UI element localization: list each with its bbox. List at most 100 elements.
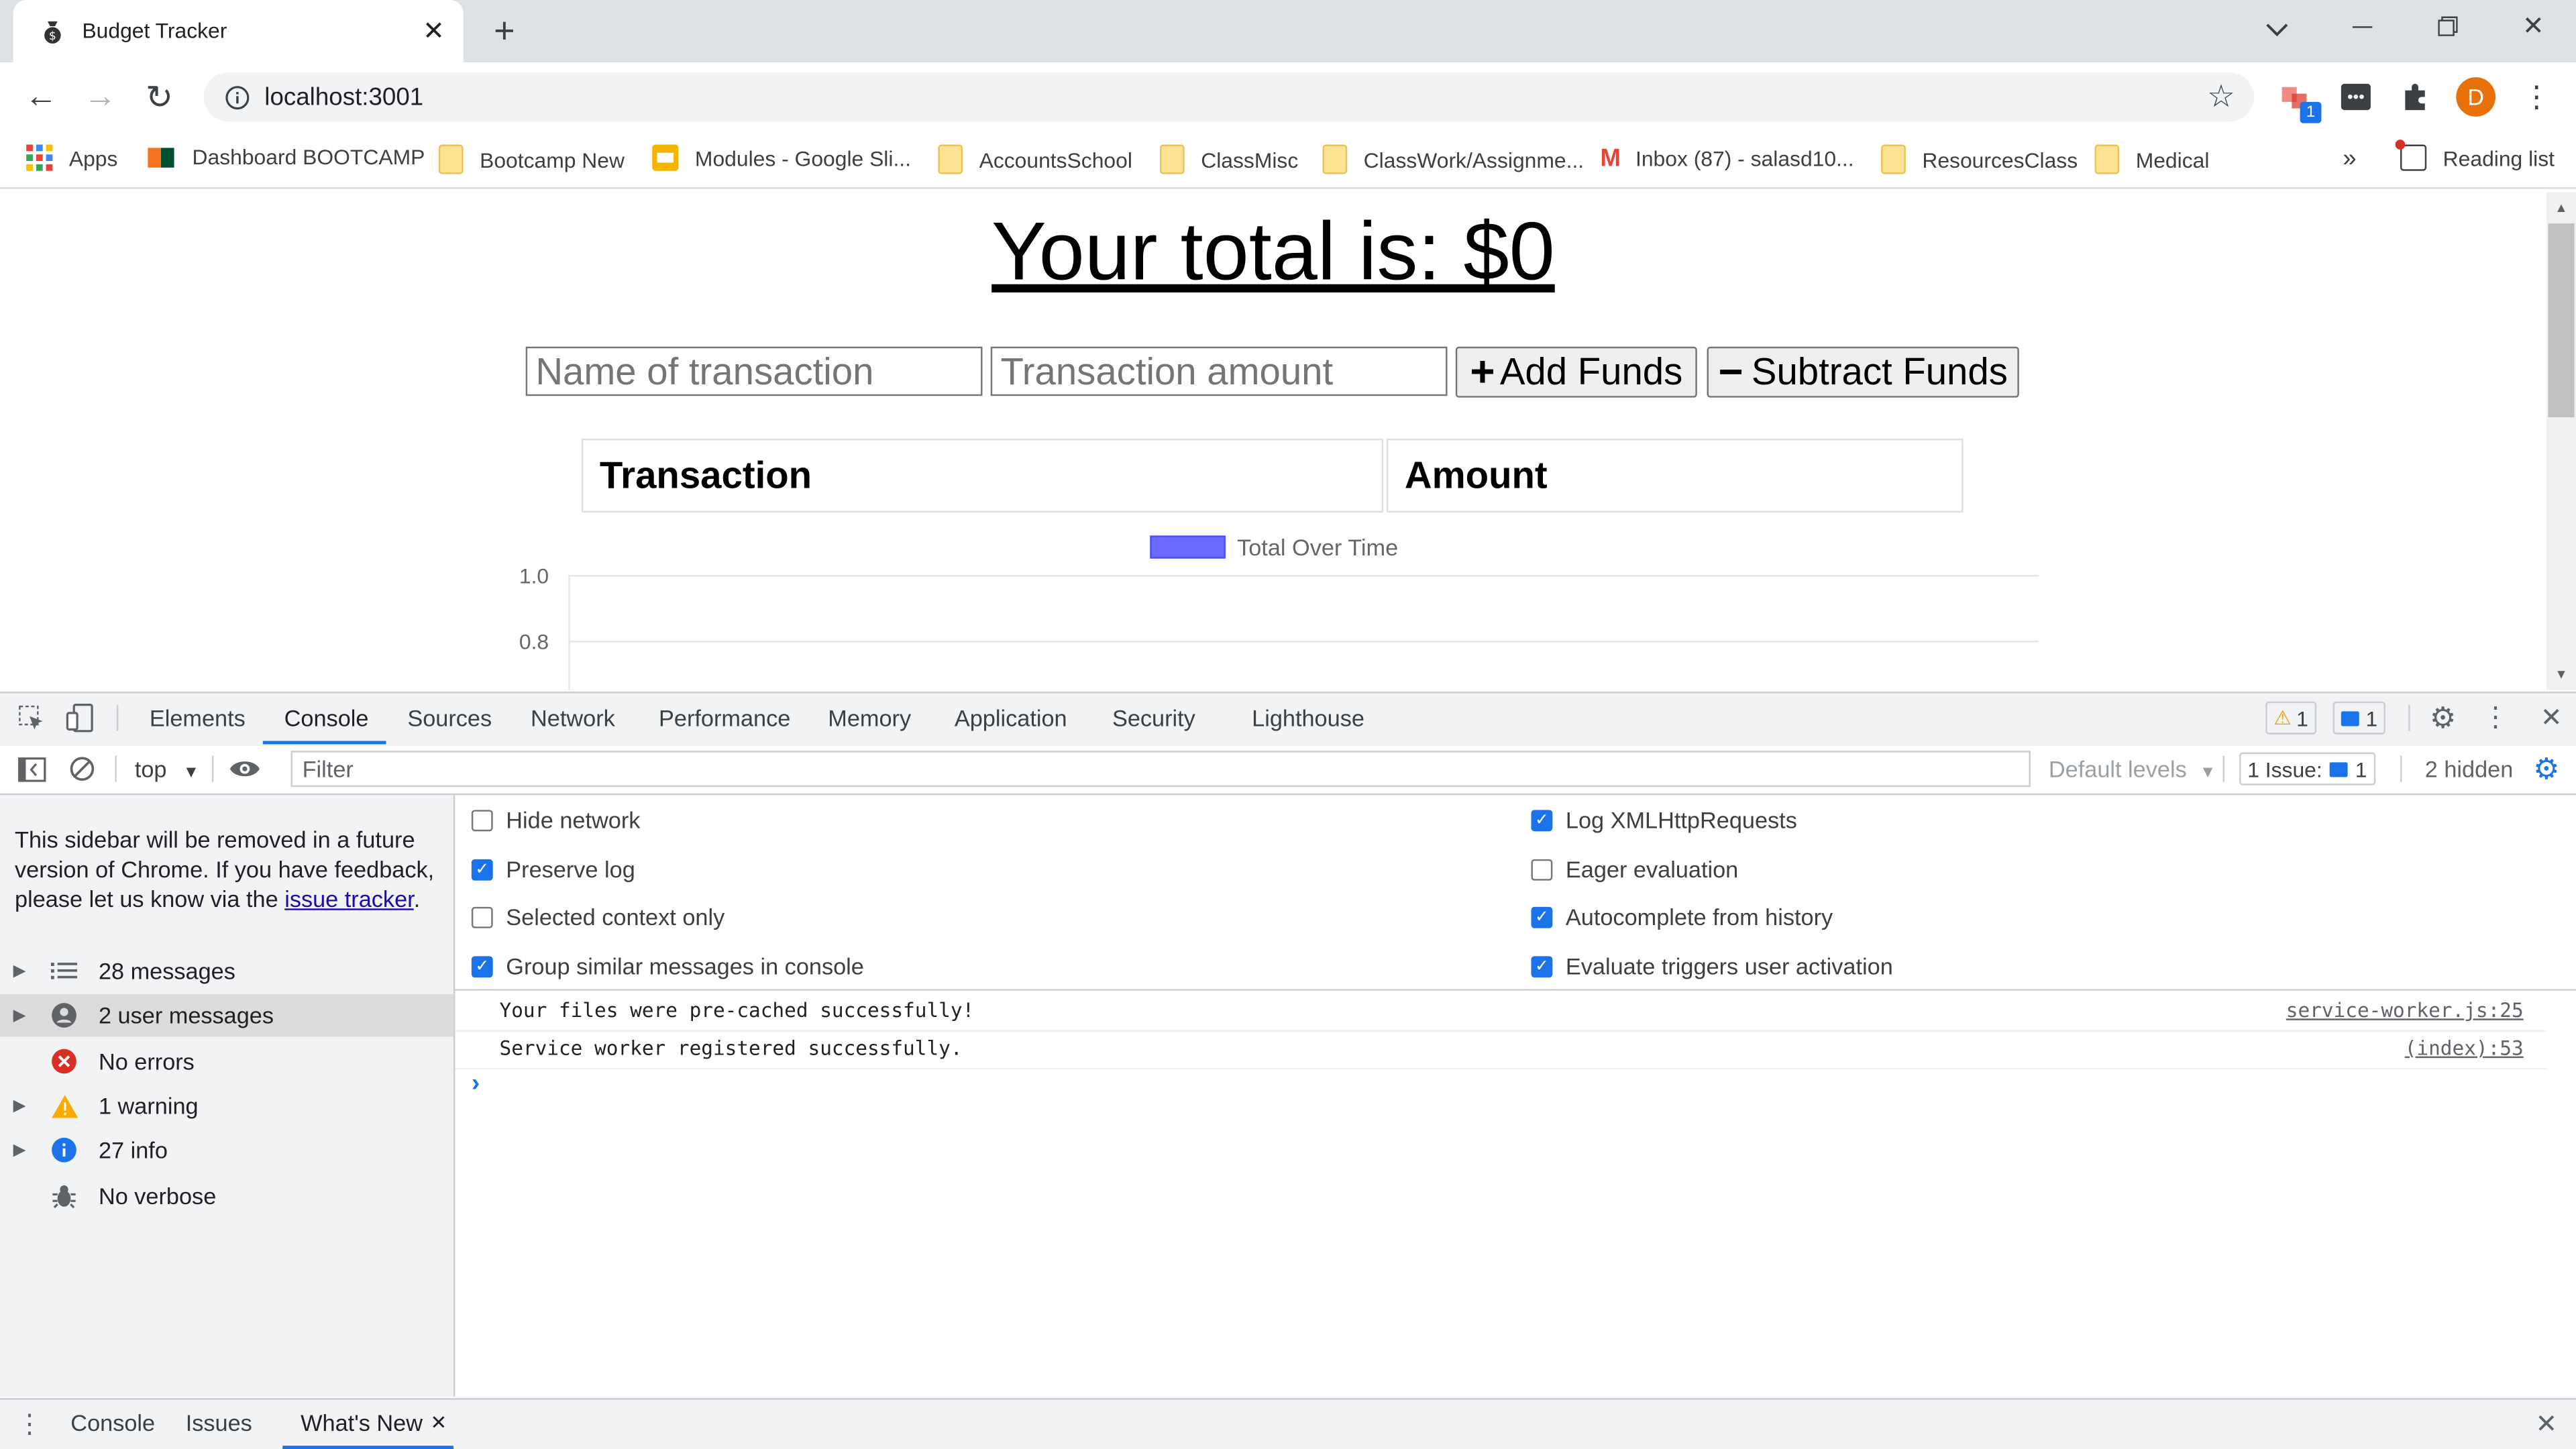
back-icon[interactable]: ← (23, 78, 59, 115)
drawer-menu-icon[interactable]: ⋮ (16, 1408, 42, 1441)
console-settings-gear-icon[interactable]: ⚙ (2530, 751, 2563, 786)
drawer-tab-console[interactable]: Console (70, 1409, 155, 1436)
scrollbar-thumb[interactable] (2548, 223, 2575, 418)
drawer-tab-whats-new[interactable]: What's New (301, 1409, 423, 1436)
settings-gear-icon[interactable]: ⚙ (2426, 700, 2459, 735)
restore-icon[interactable] (2434, 13, 2461, 40)
address-bar[interactable] (203, 72, 2255, 122)
tab-elements[interactable]: Elements (150, 705, 246, 731)
setting-preserve-log[interactable]: ✓ Preserve log (471, 856, 635, 882)
sidebar-item-errors[interactable]: No errors (0, 1040, 453, 1083)
tab-network[interactable]: Network (531, 705, 615, 731)
sidebar-item-verbose[interactable]: No verbose (0, 1175, 453, 1218)
close-window-icon[interactable]: ✕ (2520, 13, 2546, 42)
console-source-link[interactable]: (index):53 (2405, 1036, 2524, 1059)
inspect-element-icon[interactable] (16, 703, 46, 733)
tab-lighthouse[interactable]: Lighthouse (1252, 705, 1364, 731)
bookmark-bootcamp-new[interactable]: Bootcamp New (438, 144, 625, 174)
checkbox-unchecked[interactable] (471, 906, 493, 928)
bookmark-medical[interactable]: Medical (2094, 144, 2209, 174)
more-bookmarks-button[interactable]: » (2343, 145, 2356, 173)
close-drawer-tab-icon[interactable]: ✕ (429, 1411, 448, 1434)
warnings-counter[interactable]: ⚠ 1 (2265, 701, 2317, 735)
setting-eager-evaluation[interactable]: Eager evaluation (1531, 856, 1738, 882)
messages-counter[interactable]: 1 (2332, 701, 2386, 735)
tab-memory[interactable]: Memory (828, 705, 911, 731)
clear-console-icon[interactable] (67, 754, 97, 784)
reading-list-button[interactable]: Reading list (2395, 140, 2555, 171)
issues-button[interactable]: 1 Issue: 1 (2239, 752, 2375, 786)
subtract-funds-button[interactable]: − Subtract Funds (1707, 346, 2019, 398)
forward-icon[interactable]: → (82, 78, 118, 115)
bookmark-resourcesclass[interactable]: ResourcesClass (1881, 144, 2078, 174)
filter-input[interactable]: Filter (290, 751, 2031, 788)
puzzle-icon[interactable] (2399, 80, 2432, 113)
sidebar-item-messages[interactable]: ▶ 28 messages (0, 950, 453, 993)
issue-tracker-link[interactable]: issue tracker (284, 885, 413, 912)
checkbox-checked[interactable]: ✓ (1531, 906, 1553, 928)
close-tab-icon[interactable]: ✕ (421, 18, 447, 46)
live-expression-eye-icon[interactable] (227, 754, 263, 784)
drawer-tab-issues[interactable]: Issues (186, 1409, 252, 1436)
checkbox-checked[interactable]: ✓ (471, 858, 493, 880)
console-source-link[interactable]: service-worker.js:25 (2286, 999, 2524, 1022)
default-levels-dropdown[interactable]: Default levels ▼ (2049, 756, 2216, 782)
setting-selected-context-only[interactable]: Selected context only (471, 904, 724, 930)
checkbox-unchecked[interactable] (471, 809, 493, 830)
sidebar-item-user-messages[interactable]: ▶ 2 user messages (0, 994, 453, 1037)
transaction-amount-input[interactable]: Transaction amount (990, 346, 1448, 396)
add-funds-button[interactable]: + Add Funds (1455, 346, 1697, 398)
context-selector[interactable]: top ▼ (135, 756, 199, 782)
context-label: top (134, 755, 167, 782)
bookmark-inbox[interactable]: M Inbox (87) - salasd10... (1600, 145, 1854, 173)
expand-arrow-icon[interactable]: ▶ (13, 1006, 40, 1024)
close-devtools-icon[interactable]: ✕ (2536, 702, 2566, 735)
tab-sources[interactable]: Sources (407, 705, 492, 731)
checkbox-checked[interactable]: ✓ (1531, 809, 1553, 830)
setting-group-similar[interactable]: ✓ Group similar messages in console (471, 953, 864, 979)
bookmark-star-icon[interactable]: ☆ (2205, 80, 2238, 114)
checkbox-checked[interactable]: ✓ (471, 955, 493, 977)
scroll-down-icon[interactable]: ▼ (2550, 665, 2573, 682)
bookmark-classmisc[interactable]: ClassMisc (1159, 144, 1298, 174)
profile-avatar[interactable]: D (2456, 77, 2496, 117)
checkbox-unchecked[interactable] (1531, 858, 1553, 880)
tab-security[interactable]: Security (1112, 705, 1195, 731)
transaction-name-input[interactable]: Name of transaction (525, 346, 983, 396)
expand-arrow-icon[interactable]: ▶ (13, 1141, 40, 1159)
chevron-down-icon[interactable] (2261, 13, 2294, 46)
device-toolbar-icon[interactable] (66, 703, 95, 733)
scroll-up-icon[interactable]: ▲ (2550, 199, 2573, 215)
bookmark-classwork[interactable]: ClassWork/Assignme... (1322, 144, 1584, 174)
close-drawer-icon[interactable]: ✕ (2532, 1408, 2561, 1441)
setting-autocomplete-history[interactable]: ✓ Autocomplete from history (1531, 904, 1833, 930)
apps-grid-icon (26, 144, 53, 171)
sidebar-item-warnings[interactable]: ▶ 1 warning (0, 1084, 453, 1127)
menu-dots-icon[interactable]: ⋮ (2522, 80, 2551, 113)
url-text[interactable]: localhost:3001 (264, 84, 423, 112)
browser-tab[interactable] (13, 0, 464, 63)
bookmark-accountsschool[interactable]: AccountsSchool (938, 144, 1132, 174)
setting-hide-network[interactable]: Hide network (471, 806, 640, 833)
tab-console[interactable]: Console (284, 705, 369, 731)
expand-arrow-icon[interactable]: ▶ (13, 1097, 40, 1115)
devtools-extension-icon[interactable]: ••• (2339, 80, 2372, 113)
sidebar-item-info[interactable]: ▶ 27 info (0, 1128, 453, 1171)
minimize-icon[interactable] (2349, 13, 2375, 40)
tab-performance[interactable]: Performance (659, 705, 790, 731)
bookmark-modules[interactable]: Modules - Google Sli... (652, 144, 911, 171)
console-input[interactable] (493, 1068, 2530, 1101)
sidebar-toggle-icon[interactable] (16, 754, 46, 784)
folder-icon (1881, 144, 1906, 174)
site-info-icon[interactable] (223, 84, 250, 110)
reload-icon[interactable]: ↻ (142, 79, 178, 116)
setting-log-xhr[interactable]: ✓ Log XMLHttpRequests (1531, 806, 1797, 833)
bookmark-dashboard-bootcamp[interactable]: Dashboard BOOTCAMP (148, 145, 425, 169)
setting-evaluate-triggers[interactable]: ✓ Evaluate triggers user activation (1531, 953, 1893, 979)
new-tab-icon[interactable]: + (486, 10, 523, 51)
bookmark-apps[interactable]: Apps (26, 144, 117, 171)
devtools-menu-icon[interactable]: ⋮ (2481, 702, 2510, 735)
expand-arrow-icon[interactable]: ▶ (13, 962, 40, 980)
tab-application[interactable]: Application (955, 705, 1067, 731)
checkbox-checked[interactable]: ✓ (1531, 955, 1553, 977)
